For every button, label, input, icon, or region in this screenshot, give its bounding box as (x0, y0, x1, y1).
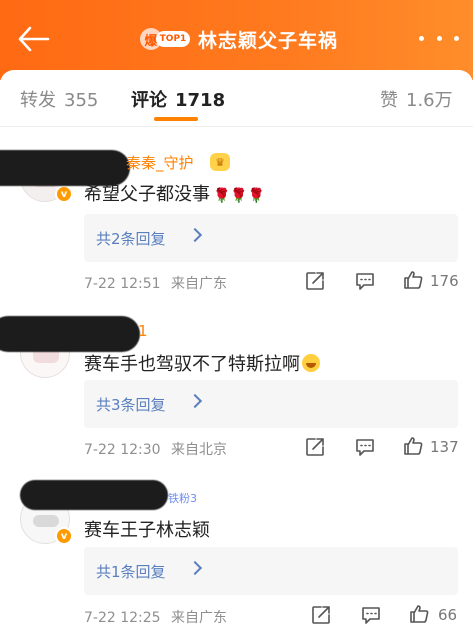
replies-button[interactable]: 共1条回复 (84, 547, 458, 595)
chevron-right-icon (187, 227, 203, 243)
comment-time: 7-22 12:30 (84, 442, 161, 458)
replies-button[interactable]: 共2条回复 (84, 214, 458, 262)
more-options-icon[interactable] (419, 28, 459, 48)
comment-text: 赛车王子林志颖 (84, 516, 210, 542)
back-arrow-icon[interactable] (16, 24, 52, 54)
tab-repost-count: 355 (64, 90, 99, 111)
chevron-right-icon (187, 560, 203, 576)
tab-likes-label: 赞 (380, 90, 398, 111)
comment-meta: 7-22 12:25 来自广东 (84, 607, 227, 627)
tab-bar: 转发 355 评论 1718 赞 1.6万 (0, 70, 473, 127)
comment-icon[interactable] (354, 270, 376, 292)
redacted-username-blur (20, 480, 168, 510)
comment-text-body: 赛车王子林志颖 (84, 520, 210, 541)
top1-tag: TOP1 (156, 31, 190, 47)
redacted-username-blur (0, 316, 140, 352)
comment-meta: 7-22 12:30 来自北京 (84, 439, 227, 459)
title-group: 爆 TOP1 林志颖父子车祸 (140, 24, 338, 54)
tab-comments[interactable]: 评论 1718 (131, 86, 225, 112)
comment-text-body: 赛车手也驾驭不了特斯拉啊 (84, 354, 300, 375)
crown-badge-icon: ♛ (210, 153, 230, 171)
rose-emoji-icon: 🌹🌹🌹 (213, 188, 266, 204)
comment-time: 7-22 12:25 (84, 610, 161, 626)
comment-location: 来自北京 (171, 442, 228, 458)
comments-panel: 转发 355 评论 1718 赞 1.6万 v 秦秦_守护 ♛ 希望父子都没事 🌹🌹🌹 … (0, 70, 473, 640)
like-count: 176 (430, 272, 459, 290)
tab-repost[interactable]: 转发 355 (20, 86, 98, 112)
tab-comments-label: 评论 (131, 90, 167, 111)
comment-text-body: 希望父子都没事 (84, 184, 210, 205)
top-bar: 爆 TOP1 林志颖父子车祸 (0, 0, 473, 80)
username[interactable]: 秦秦_守护 (126, 152, 194, 173)
repost-icon[interactable] (304, 270, 326, 292)
active-tab-indicator (154, 117, 198, 121)
replies-label: 共1条回复 (96, 563, 166, 581)
tab-likes-count: 1.6万 (406, 90, 453, 111)
comment-text: 希望父子都没事 🌹🌹🌹 (84, 180, 265, 206)
comment-location: 来自广东 (171, 610, 228, 626)
replies-label: 共2条回复 (96, 230, 166, 248)
tab-comments-count: 1718 (175, 90, 226, 111)
replies-button[interactable]: 共3条回复 (84, 380, 458, 428)
like-count: 66 (438, 606, 458, 624)
verified-icon: v (55, 527, 73, 545)
like-count: 137 (430, 438, 459, 456)
hot-top1-badge: 爆 TOP1 (140, 27, 190, 51)
like-icon[interactable] (402, 269, 424, 291)
repost-icon[interactable] (304, 436, 326, 458)
comment-text: 赛车手也驾驭不了特斯拉啊 (84, 350, 320, 376)
repost-icon[interactable] (310, 604, 332, 626)
laughing-emoji-icon (302, 354, 320, 372)
username[interactable]: 1 (138, 322, 148, 340)
like-icon[interactable] (402, 435, 424, 457)
verified-icon: v (55, 185, 73, 203)
comment-location: 来自广东 (171, 276, 228, 292)
comment-time: 7-22 12:51 (84, 276, 161, 292)
comment-icon[interactable] (360, 604, 382, 626)
replies-label: 共3条回复 (96, 396, 166, 414)
fan-level-badge: 铁粉3 (168, 492, 197, 505)
tab-repost-label: 转发 (20, 90, 56, 111)
comment-meta: 7-22 12:51 来自广东 (84, 273, 227, 293)
chevron-right-icon (187, 393, 203, 409)
tab-likes[interactable]: 赞 1.6万 (380, 86, 453, 112)
comment-icon[interactable] (354, 436, 376, 458)
page-title: 林志颖父子车祸 (198, 29, 339, 52)
like-icon[interactable] (408, 603, 430, 625)
